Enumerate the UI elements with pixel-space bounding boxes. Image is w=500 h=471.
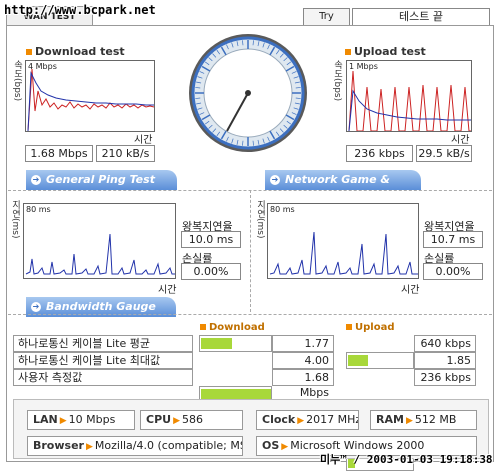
bw-upload-value: 1.85 Mbps <box>414 352 476 382</box>
lan-value: 10 Mbps <box>68 413 116 426</box>
bw-upload-value: 236 kbps <box>414 369 476 386</box>
arrow-right-icon: ▶ <box>297 416 305 426</box>
os-label: OS <box>262 439 280 452</box>
bw-row-name: 하나로통신 케이블 Lite 평균 <box>13 335 193 352</box>
bw-download-value: 1.77 Mbps <box>272 335 334 365</box>
arrow-right-icon: ▶ <box>85 442 93 452</box>
download-graph: 4 Mbps <box>25 60 155 132</box>
arrow-right-icon: ▶ <box>173 416 180 426</box>
section-ping-label: General Ping Test <box>46 173 155 186</box>
bw-download-header: Download <box>200 322 265 333</box>
speed-gauge <box>189 34 307 152</box>
cpu-label: CPU <box>146 413 172 426</box>
ram-label: RAM <box>376 413 404 426</box>
divider <box>250 190 251 312</box>
test-end-status: 테스트 끝 <box>352 8 490 26</box>
upload-title-label: Upload test <box>354 45 426 58</box>
bw-download-label: Download <box>209 322 265 333</box>
section-bandwidth-label: Bandwidth Gauge <box>46 300 156 313</box>
ram-info: RAM ▶ 512 MB <box>370 410 477 430</box>
lan-info: LAN ▶ 10 Mbps <box>27 410 135 430</box>
bw-download-track <box>199 335 272 352</box>
browser-info: Browser▶Mozilla/4.0 (compatible; MSIE 6.… <box>27 436 243 456</box>
upload-graph: 1 Mbps <box>346 60 472 132</box>
ping-graph: 80 ms <box>23 203 176 279</box>
clock-label: Clock <box>262 413 296 426</box>
ping-ylabel: 지연(ms) <box>10 200 20 239</box>
ping-loss-value: 0.00% <box>181 263 241 280</box>
upload-speed: 236 kbps <box>346 145 413 162</box>
bw-download-bar <box>201 338 232 349</box>
download-xlabel: 시간 <box>134 135 153 146</box>
ping-line <box>25 233 175 275</box>
upload-plot <box>348 70 471 131</box>
download-title-label: Download test <box>35 45 125 58</box>
ping-plot <box>25 233 175 275</box>
clock-value: 2017 MHz <box>306 413 359 426</box>
bw-upload-value: 640 kbps <box>414 335 476 352</box>
download-ylabel: 속도(bps) <box>12 60 22 102</box>
lan-label: LAN <box>33 413 58 426</box>
upload-title: Upload test <box>345 45 426 58</box>
upload-red-line <box>348 70 471 131</box>
game-graph: 80 ms <box>267 203 419 279</box>
signature-stamp: 미누™ / 2003-01-03 19:18:38 <box>320 453 493 466</box>
browser-value: Mozilla/4.0 (compatible; MSIE 6.0 <box>94 439 242 452</box>
watermark: http://www.bcpark.net <box>4 3 156 17</box>
download-red-line <box>27 68 154 131</box>
upload-ylabel: 속도(bps) <box>332 60 342 102</box>
arrow-right-icon: ▶ <box>281 442 289 452</box>
bullet-icon <box>200 324 206 330</box>
download-blue-line <box>27 71 154 131</box>
arrow-right-icon: ▶ <box>59 416 67 426</box>
download-rate: 210 kB/s <box>96 145 155 162</box>
arrow-right-icon: ➔ <box>31 302 41 312</box>
ping-xlabel: 시간 <box>158 285 177 296</box>
bw-row-name: 하나로통신 케이블 Lite 최대값 <box>13 352 193 369</box>
ram-value: 512 MB <box>414 413 457 426</box>
bw-download-value: 1.68 Mbps <box>272 369 334 399</box>
game-ylabel: 지연(ms) <box>255 200 265 239</box>
bw-upload-bar <box>348 355 368 366</box>
section-network-game: ➔ Network Game & VoIP Test <box>265 170 421 206</box>
bw-download-value: 4.00 Mbps <box>272 352 334 382</box>
bw-upload-label: Upload <box>355 322 395 333</box>
bw-row-name: 사용자 측정값 <box>13 369 193 386</box>
game-plot <box>269 231 418 275</box>
bw-upload-header: Upload <box>346 322 394 333</box>
download-plot <box>27 68 154 131</box>
arrow-right-icon: ➔ <box>31 175 41 185</box>
game-delay-value: 10.7 ms <box>423 231 483 248</box>
arrow-right-icon: ➔ <box>270 175 280 185</box>
cpu-value: 586 <box>182 413 203 426</box>
game-xlabel: 시간 <box>401 285 420 296</box>
gauge-hub <box>245 90 251 96</box>
download-title: Download test <box>26 45 125 58</box>
ping-delay-value: 10.0 ms <box>181 231 241 248</box>
clock-info: Clock ▶ 2017 MHz <box>256 410 359 430</box>
download-speed: 1.68 Mbps <box>25 145 93 162</box>
upload-rate: 29.5 kB/s <box>416 145 472 162</box>
bw-upload-track <box>346 352 414 369</box>
bullet-icon <box>346 324 352 330</box>
game-line <box>269 231 418 275</box>
game-loss-value: 0.00% <box>423 263 483 280</box>
cpu-info: CPU ▶ 586 <box>140 410 243 430</box>
bullet-icon <box>345 49 351 55</box>
browser-label: Browser <box>33 439 84 452</box>
divider <box>8 314 492 315</box>
try-again-button[interactable]: Try again <box>303 8 350 38</box>
bullet-icon <box>26 49 32 55</box>
arrow-right-icon: ▶ <box>405 416 413 426</box>
upload-xlabel: 시간 <box>451 135 470 146</box>
section-general-ping: ➔ General Ping Test <box>26 170 177 190</box>
